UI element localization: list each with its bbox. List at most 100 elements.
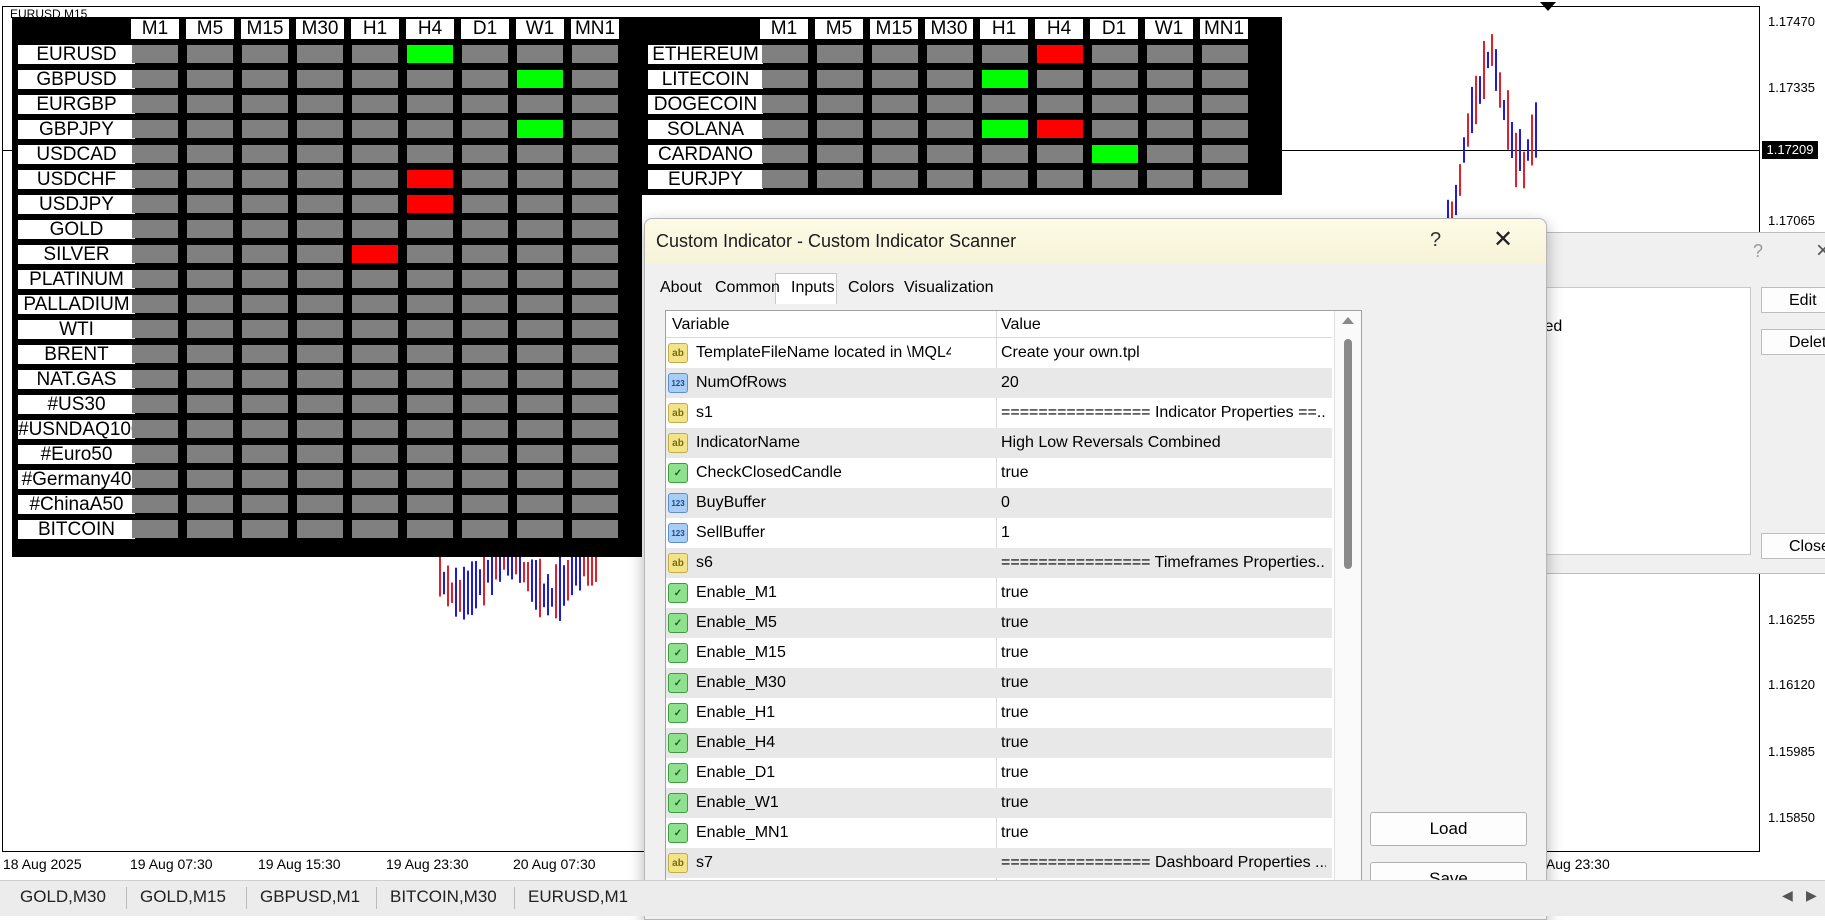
signal-cell-m5[interactable] xyxy=(187,145,233,163)
signal-cell-mn1[interactable] xyxy=(572,420,618,438)
signal-cell-d1[interactable] xyxy=(1092,70,1138,88)
variable-value[interactable]: true xyxy=(1001,824,1326,842)
symbol-label[interactable]: DOGECOIN xyxy=(648,95,763,114)
symbol-label[interactable]: GOLD xyxy=(18,220,135,239)
signal-cell-m15[interactable] xyxy=(242,170,288,188)
variable-value[interactable]: High Low Reversals Combined xyxy=(1001,434,1326,452)
signal-cell-d1[interactable] xyxy=(462,245,508,263)
signal-cell-d1[interactable] xyxy=(1092,45,1138,63)
signal-cell-h1[interactable] xyxy=(352,520,398,538)
signal-cell-m1[interactable] xyxy=(762,170,808,188)
signal-cell-m30[interactable] xyxy=(297,145,343,163)
signal-cell-mn1[interactable] xyxy=(572,395,618,413)
variable-value[interactable]: true xyxy=(1001,614,1326,632)
signal-cell-d1[interactable] xyxy=(462,95,508,113)
signal-cell-m15[interactable] xyxy=(872,45,918,63)
signal-cell-m5[interactable] xyxy=(187,270,233,288)
signal-cell-h1[interactable] xyxy=(352,420,398,438)
tab-visualization[interactable]: Visualization xyxy=(904,277,994,299)
signal-cell-mn1[interactable] xyxy=(1202,145,1248,163)
symbol-label[interactable]: CARDANO xyxy=(648,145,763,164)
signal-cell-h4[interactable] xyxy=(407,220,453,238)
signal-cell-m15[interactable] xyxy=(242,495,288,513)
signal-cell-w1[interactable] xyxy=(517,170,563,188)
signal-cell-d1[interactable] xyxy=(462,270,508,288)
indicators-list[interactable]: ined xyxy=(1531,287,1751,555)
signal-cell-h4[interactable] xyxy=(407,95,453,113)
signal-cell-w1-buy[interactable] xyxy=(517,70,563,88)
signal-cell-w1[interactable] xyxy=(1147,70,1193,88)
scroll-up-icon[interactable] xyxy=(1342,317,1354,324)
input-row[interactable]: ✓ Enable_H1 true xyxy=(666,698,1332,728)
signal-cell-h1[interactable] xyxy=(352,120,398,138)
signal-cell-h4[interactable] xyxy=(407,245,453,263)
signal-cell-h1[interactable] xyxy=(982,145,1028,163)
signal-cell-m5[interactable] xyxy=(187,445,233,463)
signal-cell-m1[interactable] xyxy=(762,120,808,138)
signal-cell-h1[interactable] xyxy=(352,370,398,388)
signal-cell-h4[interactable] xyxy=(407,295,453,313)
signal-cell-d1[interactable] xyxy=(462,120,508,138)
chart-tab[interactable]: GOLD,M15 xyxy=(140,887,226,907)
signal-cell-m30[interactable] xyxy=(297,120,343,138)
close-button[interactable]: Close xyxy=(1761,533,1825,559)
signal-cell-mn1[interactable] xyxy=(572,195,618,213)
signal-cell-m30[interactable] xyxy=(297,220,343,238)
symbol-label[interactable]: PLATINUM xyxy=(18,270,135,289)
chart-tab[interactable]: GBPUSD,M1 xyxy=(260,887,360,907)
signal-cell-h4-sell[interactable] xyxy=(407,195,453,213)
signal-cell-m15[interactable] xyxy=(242,345,288,363)
signal-cell-mn1[interactable] xyxy=(572,95,618,113)
signal-cell-m30[interactable] xyxy=(297,445,343,463)
signal-cell-m15[interactable] xyxy=(242,320,288,338)
signal-cell-h4[interactable] xyxy=(407,370,453,388)
signal-cell-mn1[interactable] xyxy=(1202,95,1248,113)
symbol-label[interactable]: ETHEREUM xyxy=(648,45,763,64)
signal-cell-m30[interactable] xyxy=(927,70,973,88)
signal-cell-m5[interactable] xyxy=(187,320,233,338)
signal-cell-h1[interactable] xyxy=(352,70,398,88)
input-row[interactable]: ✓ Enable_M1 true xyxy=(666,578,1332,608)
symbol-label[interactable]: BITCOIN xyxy=(18,520,135,539)
signal-cell-h4[interactable] xyxy=(407,520,453,538)
signal-cell-m15[interactable] xyxy=(242,470,288,488)
signal-cell-w1[interactable] xyxy=(517,145,563,163)
tab-scroll-left-icon[interactable]: ◀ xyxy=(1782,887,1793,904)
symbol-label[interactable]: SOLANA xyxy=(648,120,763,139)
signal-cell-m15[interactable] xyxy=(242,445,288,463)
signal-cell-m15[interactable] xyxy=(242,520,288,538)
symbol-label[interactable]: PALLADIUM xyxy=(18,295,135,314)
signal-cell-h1[interactable] xyxy=(352,470,398,488)
symbol-label[interactable]: USDCAD xyxy=(18,145,135,164)
input-row[interactable]: ✓ Enable_M15 true xyxy=(666,638,1332,668)
signal-cell-d1[interactable] xyxy=(1092,120,1138,138)
chart-tab[interactable]: GOLD,M30 xyxy=(20,887,106,907)
signal-cell-h1[interactable] xyxy=(352,345,398,363)
input-row[interactable]: ab s6 ================ Timeframes Properti… xyxy=(666,548,1332,578)
signal-cell-mn1[interactable] xyxy=(1202,45,1248,63)
symbol-label[interactable]: USDCHF xyxy=(18,170,135,189)
signal-cell-d1[interactable] xyxy=(462,70,508,88)
signal-cell-w1[interactable] xyxy=(517,520,563,538)
signal-cell-d1[interactable] xyxy=(462,370,508,388)
signal-cell-w1[interactable] xyxy=(517,470,563,488)
signal-cell-m5[interactable] xyxy=(187,245,233,263)
signal-cell-h1-buy[interactable] xyxy=(982,70,1028,88)
symbol-label[interactable]: EURGBP xyxy=(18,95,135,114)
tab-colors[interactable]: Colors xyxy=(848,277,894,299)
signal-cell-d1[interactable] xyxy=(462,470,508,488)
signal-cell-h1[interactable] xyxy=(352,220,398,238)
signal-cell-m1[interactable] xyxy=(132,120,178,138)
signal-cell-m30[interactable] xyxy=(927,95,973,113)
signal-cell-d1[interactable] xyxy=(1092,170,1138,188)
signal-cell-m5[interactable] xyxy=(187,520,233,538)
signal-cell-m30[interactable] xyxy=(927,45,973,63)
signal-cell-m1[interactable] xyxy=(762,145,808,163)
signal-cell-w1[interactable] xyxy=(517,420,563,438)
signal-cell-h1[interactable] xyxy=(352,195,398,213)
signal-cell-h4-sell[interactable] xyxy=(1037,45,1083,63)
symbol-label[interactable]: #US30 xyxy=(18,395,135,414)
signal-cell-mn1[interactable] xyxy=(572,270,618,288)
signal-cell-m5[interactable] xyxy=(817,70,863,88)
signal-cell-m30[interactable] xyxy=(297,370,343,388)
